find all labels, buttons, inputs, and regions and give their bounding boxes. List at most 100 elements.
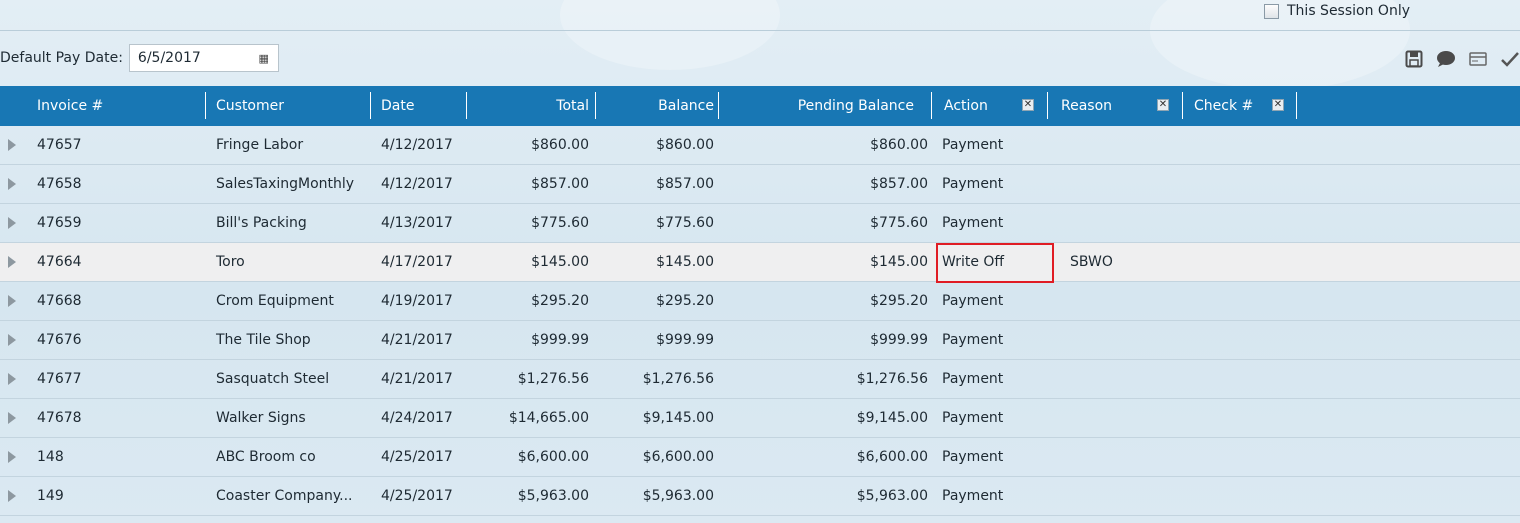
clear-reason-icon[interactable]: ✕ [1157,99,1169,111]
total-cell: $999.99 [531,332,589,348]
toolbar [1404,46,1520,72]
expand-row-icon[interactable] [8,217,16,229]
comment-icon[interactable] [1436,49,1456,69]
default-pay-date-bar: Default Pay Date: 6/5/2017 ▦ [0,42,279,74]
invoice-cell: 47659 [37,215,82,231]
total-cell: $775.60 [531,215,589,231]
this-session-only-label: This Session Only [1287,3,1410,19]
grid-header: Invoice # Customer Date Total Balance Pe… [0,86,1520,126]
table-row[interactable]: 47664 Toro 4/17/2017 $145.00 $145.00 $14… [0,243,1520,283]
balance-cell: $6,600.00 [642,449,714,465]
column-header-action[interactable]: Action [944,86,988,126]
date-cell: 4/12/2017 [381,176,453,192]
table-row[interactable]: 47678 Walker Signs 4/24/2017 $14,665.00 … [0,399,1520,438]
action-cell[interactable]: Payment [942,204,1003,242]
action-cell[interactable]: Payment [942,477,1003,515]
save-icon[interactable] [1404,49,1424,69]
column-divider[interactable] [718,92,719,119]
column-header-check[interactable]: Check # [1194,86,1253,126]
date-cell: 4/17/2017 [381,254,453,270]
expand-row-icon[interactable] [8,412,16,424]
column-divider[interactable] [1296,92,1297,119]
date-cell: 4/19/2017 [381,293,453,309]
expand-row-icon[interactable] [8,373,16,385]
pending-balance-cell: $857.00 [870,176,928,192]
invoice-cell: 148 [37,449,64,465]
customer-cell: Fringe Labor [216,137,304,153]
customer-cell: SalesTaxingMonthly [216,176,355,192]
pending-balance-cell: $5,963.00 [856,488,928,504]
date-cell: 4/12/2017 [381,137,453,153]
action-cell[interactable]: Payment [942,126,1003,164]
column-header-invoice[interactable]: Invoice # [37,86,103,126]
expand-row-icon[interactable] [8,139,16,151]
column-divider[interactable] [1047,92,1048,119]
table-row[interactable]: 47676 The Tile Shop 4/21/2017 $999.99 $9… [0,321,1520,360]
invoice-cell: 47664 [37,254,82,270]
this-session-only-checkbox[interactable] [1264,3,1279,19]
clear-check-icon[interactable]: ✕ [1272,99,1284,111]
expand-row-icon[interactable] [8,334,16,346]
customer-cell: Coaster Company... [216,488,353,504]
checkmark-icon[interactable] [1500,49,1520,69]
total-cell: $145.00 [531,254,589,270]
default-pay-date-input[interactable]: 6/5/2017 ▦ [128,44,279,72]
column-divider[interactable] [595,92,596,119]
column-divider[interactable] [931,92,932,119]
column-header-total[interactable]: Total [470,86,589,126]
date-cell: 4/21/2017 [381,332,453,348]
column-divider[interactable] [205,92,206,119]
total-cell: $1,276.56 [517,371,589,387]
card-icon[interactable] [1468,49,1488,69]
column-divider[interactable] [466,92,467,119]
total-cell: $295.20 [531,293,589,309]
action-cell[interactable]: Payment [942,321,1003,359]
action-cell[interactable]: Payment [942,399,1003,437]
column-divider[interactable] [1182,92,1183,119]
table-row[interactable]: 148 ABC Broom co 4/25/2017 $6,600.00 $6,… [0,438,1520,477]
date-cell: 4/25/2017 [381,488,453,504]
invoice-cell: 47678 [37,410,82,426]
customer-cell: Walker Signs [216,410,306,426]
invoice-grid: Invoice # Customer Date Total Balance Pe… [0,86,1520,516]
expand-row-icon[interactable] [8,295,16,307]
expand-row-icon[interactable] [8,178,16,190]
table-row[interactable]: 47659 Bill's Packing 4/13/2017 $775.60 $… [0,204,1520,243]
balance-cell: $5,963.00 [642,488,714,504]
expand-row-icon[interactable] [8,451,16,463]
column-header-date[interactable]: Date [381,86,414,126]
customer-cell: Toro [216,254,245,270]
table-row[interactable]: 47677 Sasquatch Steel 4/21/2017 $1,276.5… [0,360,1520,399]
table-row[interactable]: 47658 SalesTaxingMonthly 4/12/2017 $857.… [0,165,1520,204]
reason-cell[interactable]: SBWO [1070,243,1113,281]
customer-cell: Bill's Packing [216,215,307,231]
action-highlight-box [936,243,1054,283]
column-header-pending-balance[interactable]: Pending Balance [720,86,914,126]
balance-cell: $295.20 [656,293,714,309]
column-header-balance[interactable]: Balance [600,86,714,126]
default-pay-date-value: 6/5/2017 [137,50,201,66]
column-header-reason[interactable]: Reason [1061,86,1112,126]
action-cell[interactable]: Payment [942,360,1003,398]
calendar-icon[interactable]: ▦ [259,52,269,65]
balance-cell: $145.00 [656,254,714,270]
balance-cell: $9,145.00 [642,410,714,426]
balance-cell: $999.99 [656,332,714,348]
total-cell: $14,665.00 [508,410,589,426]
table-row[interactable]: 149 Coaster Company... 4/25/2017 $5,963.… [0,477,1520,516]
expand-row-icon[interactable] [8,490,16,502]
table-row[interactable]: 47657 Fringe Labor 4/12/2017 $860.00 $86… [0,126,1520,165]
column-header-customer[interactable]: Customer [216,86,284,126]
action-cell[interactable]: Payment [942,165,1003,203]
column-divider[interactable] [370,92,371,119]
clear-action-icon[interactable]: ✕ [1022,99,1034,111]
default-pay-date-label: Default Pay Date: [0,50,123,66]
pending-balance-cell: $6,600.00 [856,449,928,465]
expand-row-icon[interactable] [8,256,16,268]
action-cell[interactable]: Payment [942,282,1003,320]
this-session-only-toggle[interactable]: This Session Only [1264,0,1410,22]
customer-cell: Crom Equipment [216,293,334,309]
table-row[interactable]: 47668 Crom Equipment 4/19/2017 $295.20 $… [0,282,1520,321]
pending-balance-cell: $775.60 [870,215,928,231]
action-cell[interactable]: Payment [942,438,1003,476]
